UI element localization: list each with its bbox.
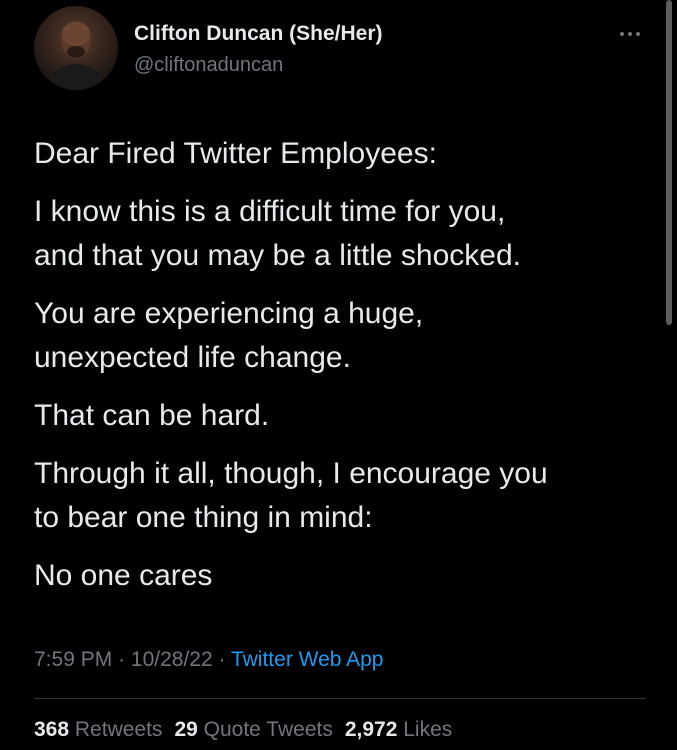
retweets-stat[interactable]: 368 Retweets bbox=[34, 718, 162, 742]
avatar[interactable] bbox=[34, 6, 118, 90]
tweet: Clifton Duncan (She/Her) @cliftonaduncan… bbox=[0, 0, 677, 750]
meta-separator: · bbox=[118, 648, 126, 671]
tweet-paragraph: to bear one thing in mind: bbox=[34, 501, 373, 534]
scrollbar[interactable] bbox=[666, 0, 672, 325]
tweet-time[interactable]: 7:59 PM bbox=[34, 648, 112, 671]
tweet-paragraph: unexpected life change. bbox=[34, 341, 351, 374]
quote-tweets-label: Quote Tweets bbox=[203, 718, 333, 741]
quote-tweets-count: 29 bbox=[174, 718, 198, 741]
tweet-source-link[interactable]: Twitter Web App bbox=[231, 648, 384, 671]
user-handle[interactable]: @cliftonaduncan bbox=[134, 54, 283, 77]
more-options-button[interactable] bbox=[612, 22, 648, 46]
quote-tweets-stat[interactable]: 29 Quote Tweets bbox=[174, 718, 332, 742]
profile-photo bbox=[48, 21, 104, 90]
tweet-paragraph: Through it all, though, I encourage you bbox=[34, 457, 548, 490]
ellipsis-icon bbox=[620, 32, 640, 36]
display-name[interactable]: Clifton Duncan (She/Her) bbox=[134, 22, 383, 46]
tweet-date[interactable]: 10/28/22 bbox=[131, 648, 213, 671]
tweet-metadata: 7:59 PM · 10/28/22 · Twitter Web App bbox=[34, 648, 384, 672]
tweet-text: Dear Fired Twitter Employees: I know thi… bbox=[34, 132, 654, 612]
likes-count: 2,972 bbox=[344, 718, 398, 741]
retweets-label: Retweets bbox=[74, 718, 163, 741]
divider bbox=[34, 698, 646, 699]
retweets-count: 368 bbox=[34, 718, 70, 741]
tweet-paragraph: That can be hard. bbox=[34, 399, 270, 432]
tweet-paragraph: No one cares bbox=[34, 559, 213, 592]
likes-stat[interactable]: 2,972 Likes bbox=[345, 718, 452, 742]
likes-label: Likes bbox=[403, 718, 453, 741]
tweet-paragraph: and that you may be a little shocked. bbox=[34, 239, 521, 272]
engagement-stats: 368 Retweets 29 Quote Tweets 2,972 Likes bbox=[34, 718, 452, 742]
tweet-paragraph: You are experiencing a huge, bbox=[34, 297, 424, 330]
meta-separator: · bbox=[218, 648, 226, 671]
tweet-paragraph: I know this is a difficult time for you, bbox=[34, 195, 506, 228]
tweet-paragraph: Dear Fired Twitter Employees: bbox=[34, 137, 437, 170]
